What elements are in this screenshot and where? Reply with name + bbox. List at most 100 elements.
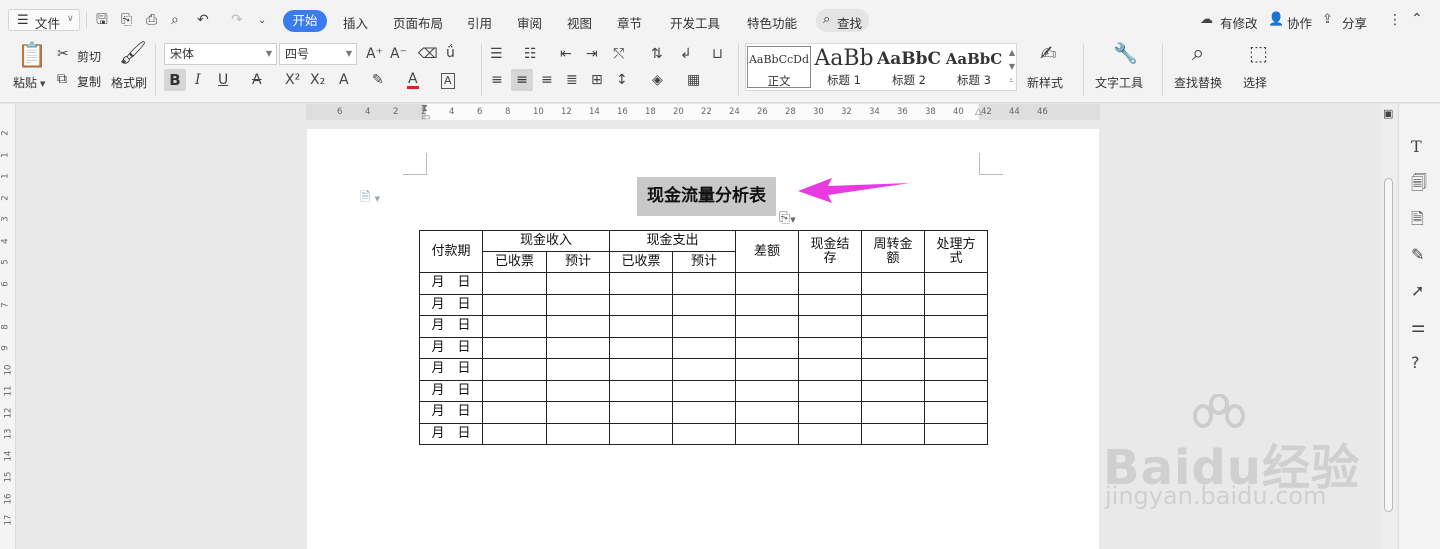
table-cell[interactable] [861, 422, 925, 445]
table-cell[interactable] [609, 422, 673, 445]
table-cell[interactable] [482, 358, 547, 381]
right-indent-marker-icon[interactable]: △ [975, 107, 982, 117]
show-marks-icon[interactable]: ↲ [680, 47, 692, 61]
table-cell[interactable] [546, 379, 610, 402]
table-cell[interactable] [735, 422, 799, 445]
chinese-layout-icon[interactable]: ⤲ [613, 47, 624, 61]
strikethrough-icon[interactable]: A [252, 73, 262, 87]
table-cell[interactable] [672, 379, 736, 402]
phonetic-guide-icon[interactable]: ǘ [446, 46, 455, 60]
distribute-icon[interactable]: ⊞ [591, 73, 603, 87]
tab-view[interactable]: 视图 [567, 13, 592, 32]
table-cell[interactable] [924, 336, 988, 359]
superscript-icon[interactable]: X² [285, 73, 300, 87]
table-cell[interactable] [482, 379, 547, 402]
search-button[interactable]: ⌕ 查找 [816, 9, 869, 32]
doc-paragraph-icon[interactable]: 🗎 ▼ [360, 188, 380, 210]
text-effect-icon[interactable]: A [339, 73, 349, 87]
more-options-icon[interactable]: ⋮ [1388, 13, 1402, 27]
shading-icon[interactable]: ◈ [652, 73, 663, 87]
text-format-icon[interactable]: T [1411, 139, 1422, 155]
pen-icon[interactable]: ✎ [1411, 247, 1424, 263]
table-cell[interactable] [798, 422, 862, 445]
table-cell[interactable] [672, 315, 736, 338]
table-cell[interactable] [609, 336, 673, 359]
highlight-icon[interactable]: ✎ [372, 73, 384, 87]
table-cell[interactable] [482, 293, 547, 316]
line-spacing-icon[interactable]: ↕ [616, 73, 628, 87]
bold-button[interactable]: B [164, 69, 186, 91]
increase-indent-icon[interactable]: ⇥ [586, 47, 598, 61]
row-date-cell[interactable]: 月 日 [419, 272, 483, 295]
format-painter-icon[interactable]: 🖌 [119, 43, 147, 65]
collab-button[interactable]: 协作 [1287, 13, 1312, 32]
table-cell[interactable] [924, 422, 988, 445]
print-icon[interactable]: ⎙ [146, 13, 157, 27]
new-style-button[interactable]: 新样式 [1027, 74, 1063, 91]
tab-stops-icon[interactable]: ⊔ [712, 47, 723, 61]
style-heading-2[interactable]: AaBbC 标题 2 [877, 46, 941, 88]
underline-icon[interactable]: U [218, 73, 228, 87]
justify-icon[interactable]: ≣ [566, 73, 578, 87]
table-cell[interactable] [735, 401, 799, 424]
table-cell[interactable] [924, 293, 988, 316]
row-date-cell[interactable]: 月 日 [419, 358, 483, 381]
table-cell[interactable] [735, 315, 799, 338]
row-date-cell[interactable]: 月 日 [419, 336, 483, 359]
table-cell[interactable] [924, 379, 988, 402]
table-cell[interactable] [798, 272, 862, 295]
decrease-indent-icon[interactable]: ⇤ [560, 47, 572, 61]
collapse-ribbon-icon[interactable]: ⌃ [1411, 12, 1423, 26]
clear-format-icon[interactable]: ⌫ [418, 47, 438, 61]
table-cell[interactable] [482, 315, 547, 338]
subscript-icon[interactable]: X₂ [310, 73, 325, 87]
select-button[interactable]: 选择 [1243, 74, 1267, 91]
find-replace-button[interactable]: 查找替换 [1174, 74, 1222, 91]
font-name-select[interactable]: 宋体 ▼ [164, 43, 277, 65]
print-preview-icon[interactable]: ⌕ [171, 13, 179, 27]
table-cell[interactable] [861, 315, 925, 338]
borders-icon[interactable]: ▦ [687, 73, 700, 87]
font-size-select[interactable]: 四号 ▼ [279, 43, 357, 65]
text-tools-icon[interactable]: 🔧 [1113, 43, 1138, 63]
new-style-icon[interactable]: ✍ [1040, 43, 1057, 63]
table-cell[interactable] [546, 401, 610, 424]
doc-settings-icon[interactable]: 🗎 [1411, 211, 1424, 227]
table-cell[interactable] [546, 315, 610, 338]
file-menu-button[interactable]: ☰ 文件 ∨ [8, 9, 80, 31]
doc-fix-icon[interactable]: 🗐 [1411, 175, 1427, 191]
table-cell[interactable] [609, 379, 673, 402]
table-cell[interactable] [672, 336, 736, 359]
tab-review[interactable]: 审阅 [517, 13, 542, 32]
table-cell[interactable] [546, 358, 610, 381]
table-cell[interactable] [861, 272, 925, 295]
table-cell[interactable] [482, 422, 547, 445]
tab-page-layout[interactable]: 页面布局 [393, 13, 443, 32]
table-cell[interactable] [924, 315, 988, 338]
scrollbar-thumb[interactable] [1384, 178, 1393, 512]
style-heading-1[interactable]: AaBb 标题 1 [812, 46, 876, 88]
align-left-icon[interactable]: ≡ [491, 73, 503, 87]
table-cell[interactable] [482, 401, 547, 424]
cursor-icon[interactable]: ➚ [1411, 283, 1424, 299]
table-cell[interactable] [861, 293, 925, 316]
table-cell[interactable] [672, 422, 736, 445]
table-cell[interactable] [546, 422, 610, 445]
table-cell[interactable] [735, 379, 799, 402]
document-title[interactable]: 现金流量分析表 [637, 177, 776, 216]
numbered-list-icon[interactable]: ☷ [524, 47, 537, 61]
decrease-font-icon[interactable]: A⁻ [390, 47, 407, 61]
table-cell[interactable] [609, 358, 673, 381]
row-date-cell[interactable]: 月 日 [419, 401, 483, 424]
tab-features[interactable]: 特色功能 [747, 13, 797, 32]
table-cell[interactable] [798, 293, 862, 316]
document-page[interactable]: 🗎 ▼ 现金流量分析表 ⎘▼ 付款期 现金收入 现金支出 差额 现金结存 周转金… [307, 129, 1099, 549]
table-cell[interactable] [735, 358, 799, 381]
select-icon[interactable]: ⬚ [1249, 43, 1268, 63]
style-heading-3[interactable]: AaBbC 标题 3 [942, 46, 1006, 88]
table-cell[interactable] [546, 272, 610, 295]
styles-scroll-icon[interactable]: ▲ ▼ ⩡ [1009, 46, 1015, 88]
paste-options-icon[interactable]: ⎘▼ [779, 210, 796, 226]
row-date-cell[interactable]: 月 日 [419, 315, 483, 338]
align-center-button[interactable]: ≡ [511, 69, 533, 91]
